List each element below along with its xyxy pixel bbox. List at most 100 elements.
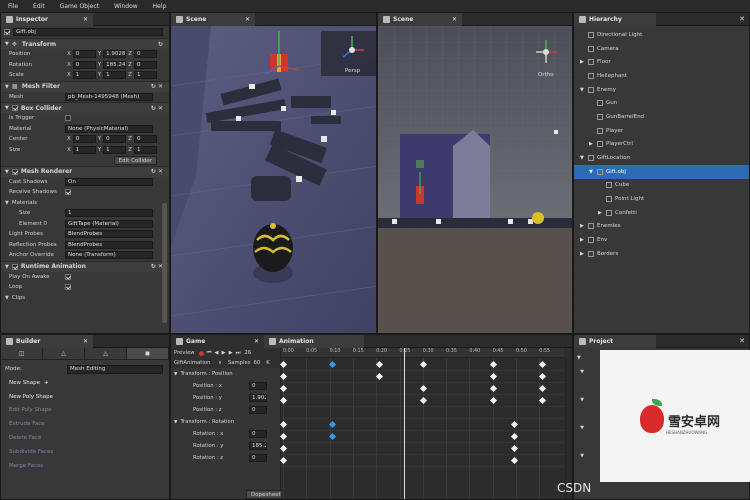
close-icon[interactable]: ✕ [245,16,250,23]
keyframe-marker[interactable] [419,360,427,368]
animation-property-row[interactable]: Rotation : x 0 [171,428,280,440]
play-icon[interactable]: ▶ [221,350,225,356]
dopesheet-button[interactable]: Dopesheet [246,490,282,499]
expand-arrow-icon[interactable]: ▶ [598,210,606,216]
scene-viewport[interactable]: Persp [171,26,377,334]
hierarchy-item[interactable]: Player [574,124,749,138]
clips-label[interactable]: Clips [12,295,25,301]
mesh-renderer-checkbox[interactable] [11,168,18,175]
expand-arrow-icon[interactable]: ▶ [580,251,588,257]
keyframe-marker[interactable] [419,384,427,392]
expand-arrow-icon[interactable]: ▶ [580,59,588,65]
size-y-field[interactable]: 1 [103,145,127,154]
playhead-line[interactable] [404,348,405,499]
expand-arrow-icon[interactable]: ▶ [580,237,588,243]
tab-inspector[interactable]: Inspector ✕ [1,13,93,26]
close-icon[interactable]: ✕ [83,16,88,23]
hierarchy-item[interactable]: ▶ Borders [574,247,749,261]
physic-material-field[interactable]: None (PhysicMaterial) [65,124,153,133]
tab-builder[interactable]: Builder ✕ [1,335,93,348]
size-z-field[interactable]: 1 [133,145,157,154]
runtime-animation-checkbox[interactable] [11,263,18,270]
box-collider-checkbox[interactable] [11,105,18,111]
mesh-filter-header[interactable]: ▼ ▦ Mesh Filter ↻ ✕ [1,80,169,92]
inspector-scrollbar[interactable] [162,203,167,323]
vertex-mode-button[interactable]: △ [43,348,85,359]
edit-collider-button[interactable]: Edit Collider [113,155,157,165]
rotation-y-field[interactable]: 185.241 [103,60,127,69]
runtime-animation-header[interactable]: ▼ Runtime Animation ↻ ✕ [1,260,169,272]
mesh-renderer-header[interactable]: ▼ Mesh Renderer ↻ ✕ [1,165,169,177]
keyframe-marker[interactable] [279,456,288,464]
materials-label[interactable]: Materials [12,200,37,206]
keyframe-marker[interactable] [419,396,427,404]
anchor-override-field[interactable]: None (Transform) [65,251,153,260]
position-y-field[interactable]: 1.90281 [103,50,127,59]
object-name-field[interactable]: Gift.obj [13,28,163,36]
animation-property-value[interactable]: 0 [249,454,267,462]
menu-help[interactable]: Help [145,3,174,10]
animation-property-row[interactable]: Position : y 1.9028 [171,392,280,404]
samples-field[interactable]: 60 [254,360,261,366]
menu-game-object[interactable]: Game Object [52,3,106,10]
builder-tool-item[interactable]: New Poly Shape [1,390,169,404]
rotation-x-field[interactable]: 0 [72,60,96,69]
project-folder-tree[interactable]: ▼ ▼ ▼ ▼ ▼ [577,351,584,463]
box-collider-actions[interactable]: ↻ ✕ [151,105,163,112]
preview-button[interactable]: Preview [174,350,195,356]
cast-shadows-select[interactable]: On [65,177,153,186]
prev-frame-icon[interactable]: ◀ [214,350,218,356]
animation-property-row[interactable]: Position : z 0 [171,404,280,416]
mode-select[interactable]: Mesh Editing [67,364,163,374]
keyframe-marker[interactable] [489,384,497,392]
timeline-ruler[interactable]: 0:000:050:100:150:200:250:300:350:400:45… [281,348,564,358]
expand-arrow-icon[interactable]: ▶ [580,223,588,229]
scene-view-perspective[interactable]: Scene ✕ Persp [170,12,377,334]
play-on-awake-checkbox[interactable] [65,273,71,280]
expand-icon[interactable]: ▼ [174,372,177,377]
dopesheet-scrollbar[interactable] [565,358,572,499]
scale-y-field[interactable]: 1 [103,71,127,80]
animation-property-value[interactable]: 0 [249,382,267,390]
builder-tool-item[interactable]: Delete Face [1,431,169,445]
size-x-field[interactable]: 1 [72,145,96,154]
hierarchy-item[interactable]: ▶ Env [574,233,749,247]
animation-property-row[interactable]: Rotation : z 0 [171,452,280,464]
mesh-filter-actions[interactable]: ↻ ✕ [151,83,163,90]
position-z-field[interactable]: 0 [133,50,157,59]
hierarchy-item[interactable]: Camera [574,42,749,56]
keyframe-grid[interactable] [279,358,564,499]
builder-tool-item[interactable]: Subdivide Faces [1,445,169,459]
close-icon[interactable]: ✕ [739,15,745,23]
is-trigger-checkbox[interactable] [65,115,71,122]
hierarchy-item[interactable]: ▶ Floor [574,55,749,69]
tab-scene-2[interactable]: Scene ✕ [378,13,462,26]
reset-icon[interactable]: ↻ [158,41,163,48]
record-icon[interactable] [198,350,204,356]
element-field[interactable]: GiftTape (Material) [65,219,153,228]
position-x-field[interactable]: 0 [72,50,96,59]
plus-icon[interactable]: + [44,380,49,386]
object-active-checkbox[interactable] [4,29,10,35]
builder-tool-item[interactable]: Extrude Face [1,417,169,431]
light-probes-select[interactable]: BlendProbes [65,230,153,239]
keyframe-marker[interactable] [279,360,288,368]
animation-property-value[interactable]: 0 [249,406,267,414]
animation-property-value[interactable]: 0 [249,430,267,438]
dopesheet-area[interactable]: 0:000:050:100:150:200:250:300:350:400:45… [279,348,572,499]
scale-z-field[interactable]: 1 [133,71,157,80]
keyframe-marker[interactable] [489,372,497,380]
close-icon[interactable]: ✕ [83,338,88,345]
keyframe-marker[interactable] [279,420,288,428]
menu-edit[interactable]: Edit [25,3,52,10]
expand-icon[interactable]: ▼ [174,420,177,425]
close-icon[interactable]: ✕ [452,16,457,23]
box-collider-header[interactable]: ▼ Box Collider ↻ ✕ [1,102,169,113]
animation-property-value[interactable]: 185.2 [249,442,267,450]
face-mode-button[interactable]: ◼ [127,348,169,359]
keyframe-marker[interactable] [279,384,288,392]
hierarchy-item[interactable]: Directional Light [574,28,749,42]
keyframe-marker[interactable] [489,396,497,404]
hierarchy-item[interactable]: Gun [574,96,749,110]
hierarchy-item[interactable]: Hellephant [574,69,749,83]
